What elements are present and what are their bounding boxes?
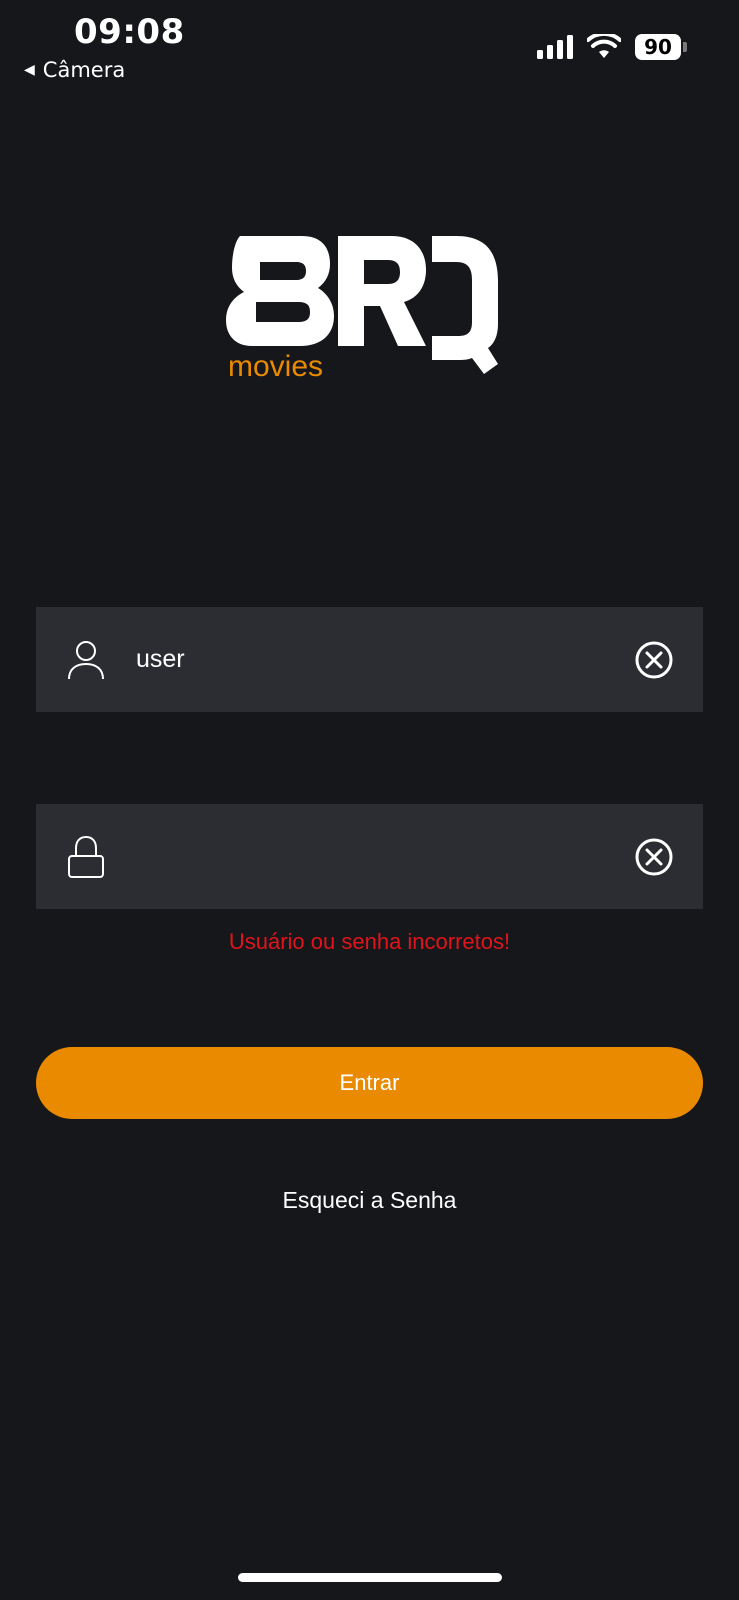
wifi-icon (587, 34, 621, 58)
battery-level: 90 (635, 34, 681, 60)
back-link-label: Câmera (42, 58, 126, 82)
battery-indicator: 90 (635, 34, 687, 60)
lock-icon (68, 836, 104, 878)
status-time: 09:08 (74, 12, 185, 52)
back-to-camera-link[interactable]: ◀ Câmera (24, 58, 125, 82)
login-error-message: Usuário ou senha incorretos! (228, 929, 511, 954)
clear-username-icon[interactable] (634, 640, 674, 680)
login-button[interactable]: Entrar (36, 1047, 703, 1119)
brq-movies-logo: movies (226, 236, 498, 383)
password-input[interactable] (136, 804, 606, 909)
cellular-signal-icon (537, 35, 573, 59)
status-indicators: 90 (537, 34, 687, 60)
home-indicator[interactable] (238, 1573, 502, 1582)
user-icon (68, 641, 104, 680)
username-field[interactable] (36, 607, 703, 712)
forgot-password-link[interactable]: Esqueci a Senha (0, 1187, 739, 1214)
clear-password-icon[interactable] (634, 837, 674, 877)
battery-cap (683, 42, 687, 52)
back-arrow-icon: ◀ (24, 62, 35, 78)
username-input[interactable] (136, 607, 606, 712)
logo-subtitle: movies (228, 350, 323, 383)
password-field[interactable] (36, 804, 703, 909)
login-screen: 09:08 ◀ Câmera 90 movies user Usuário ou… (0, 0, 739, 1600)
